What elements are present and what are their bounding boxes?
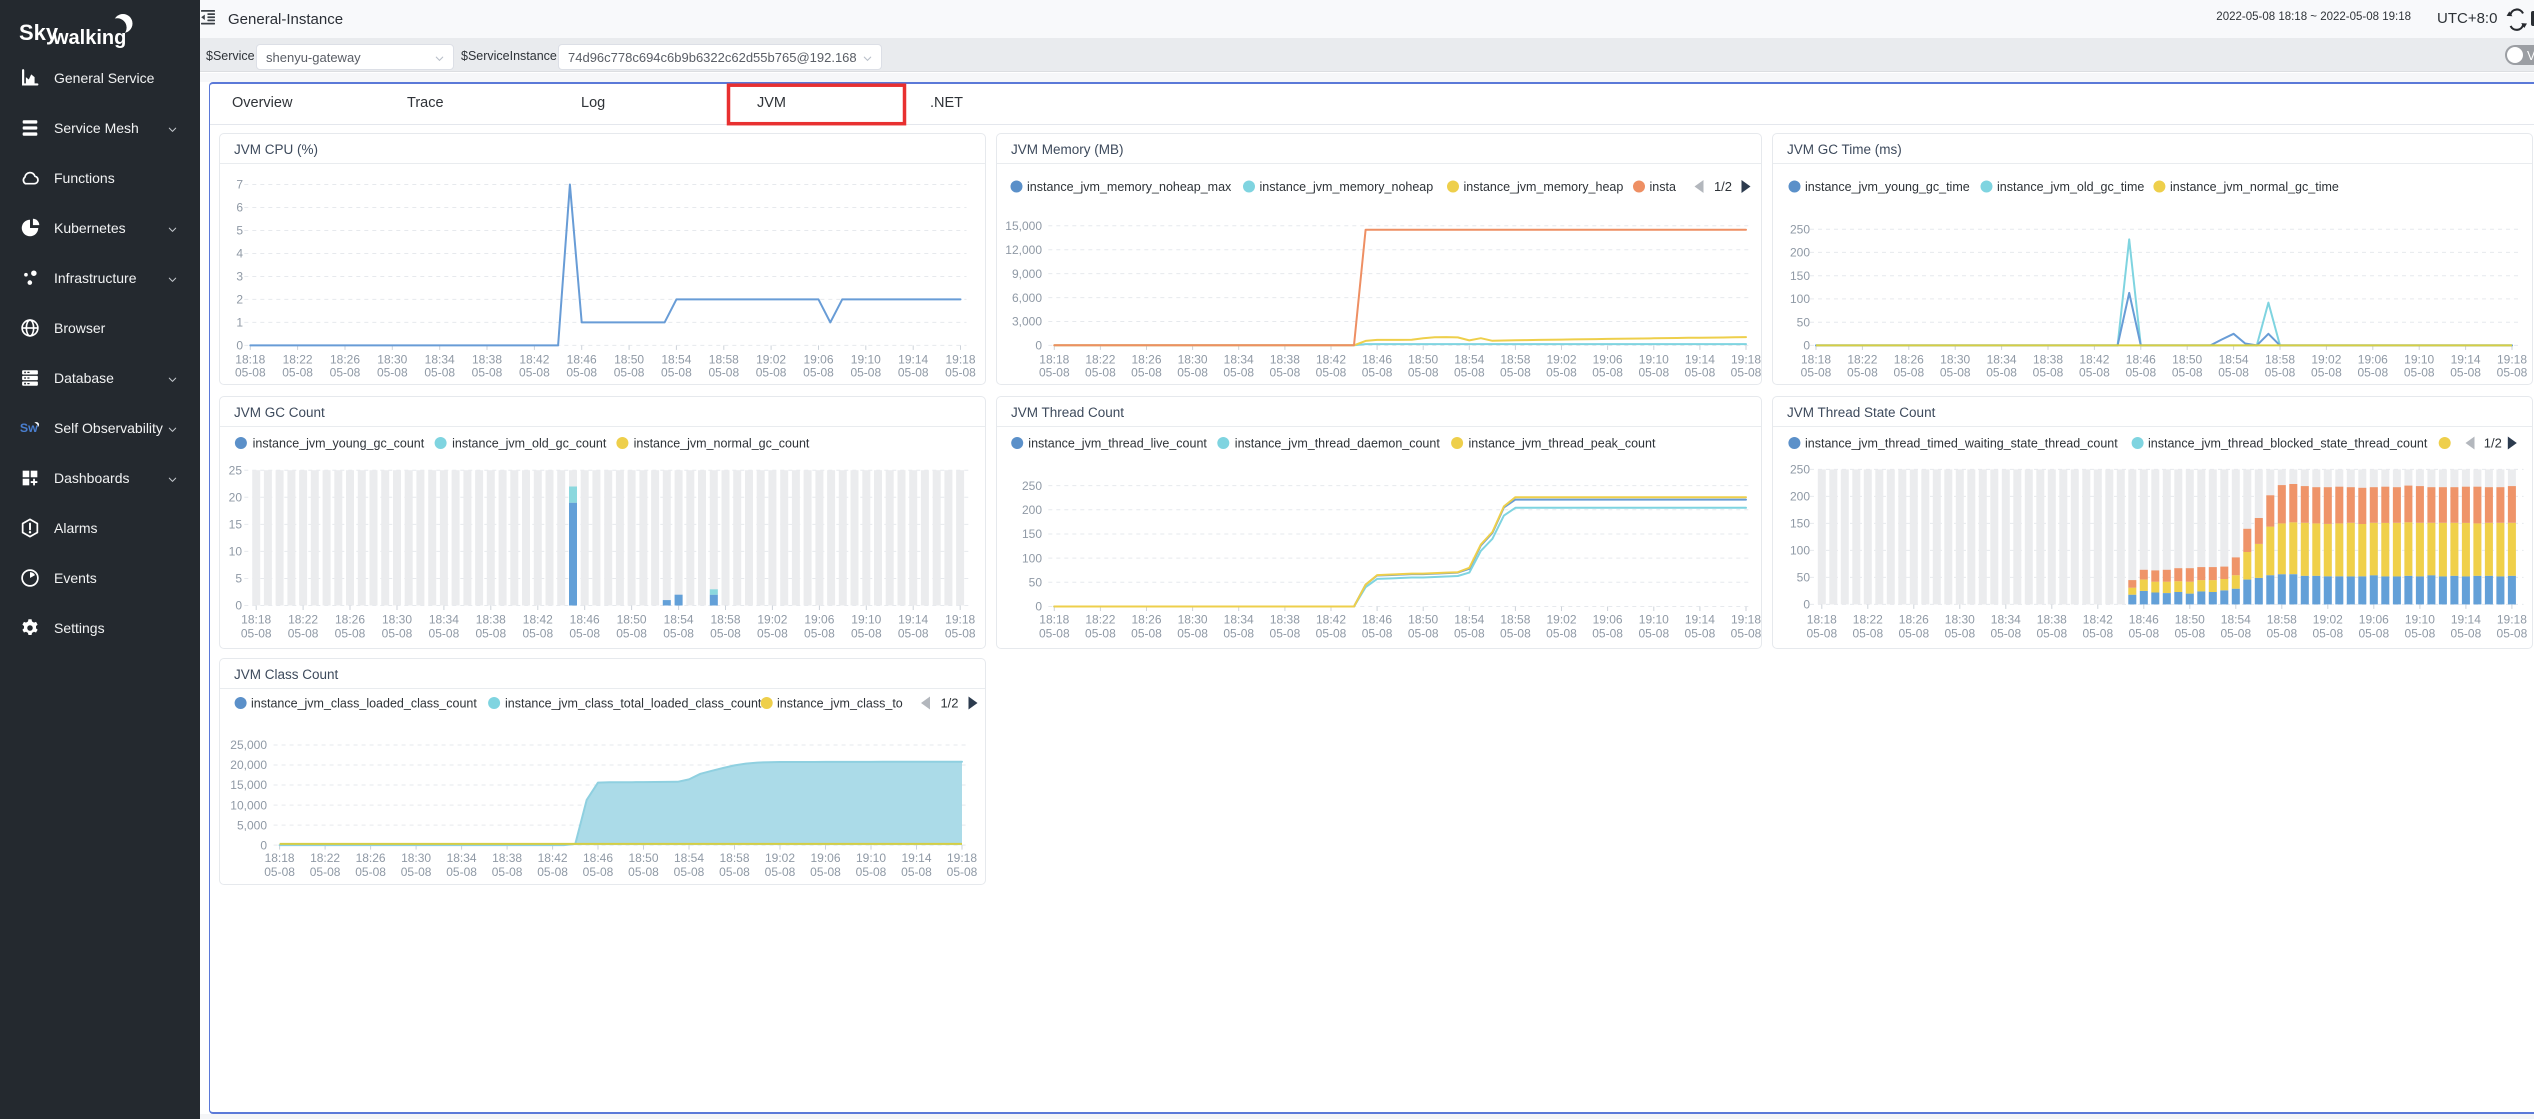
- svg-text:walking: walking: [52, 27, 126, 49]
- svg-text:Sw: Sw: [20, 421, 38, 435]
